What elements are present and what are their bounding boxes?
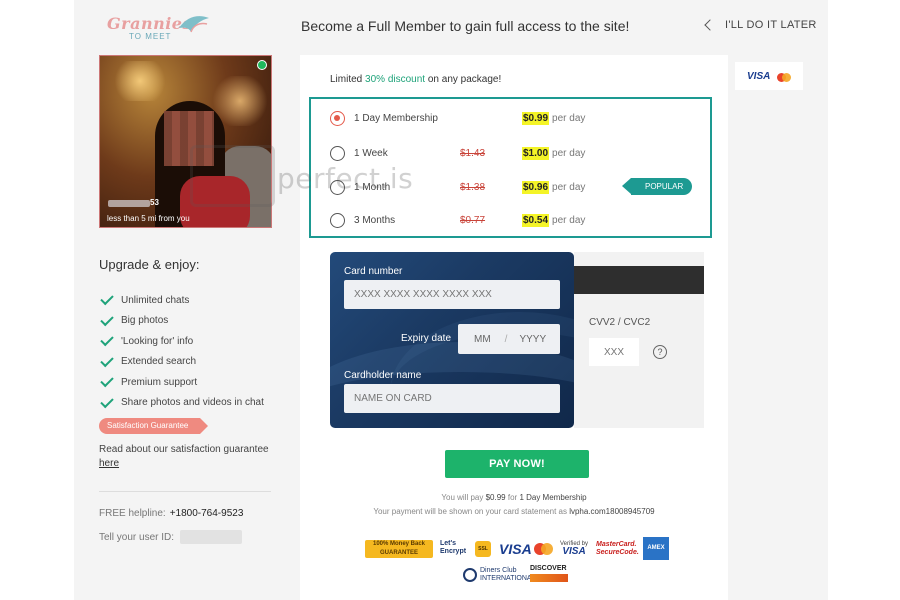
package-price: $0.96 [522, 180, 550, 194]
bird-icon [179, 16, 209, 33]
payment-summary: You will pay $0.99 for 1 Day Membership [441, 493, 587, 502]
helpline: FREE helpline: +1800-764-9523 [99, 508, 244, 519]
mastercard-securecode-badge: MasterCard. SecureCode. [596, 541, 639, 556]
check-icon [100, 353, 114, 367]
upgrade-title: Upgrade & enjoy: [99, 257, 200, 272]
feature-item: Unlimited chats [99, 290, 264, 311]
package-option-3-months[interactable]: 3 Months $0.77 $0.54 per day [330, 210, 700, 230]
card-number-label: Card number [344, 266, 403, 277]
feature-item: Extended search [99, 352, 264, 373]
old-price: $1.38 [460, 181, 486, 193]
blurred-username [108, 200, 150, 207]
verified-by-visa-badge: Verified by VISA [560, 541, 589, 557]
cvv-input[interactable] [589, 338, 639, 366]
feature-item: Big photos [99, 311, 264, 332]
divider [99, 491, 271, 492]
package-price: $0.54 [522, 213, 550, 227]
online-status-icon [257, 60, 267, 70]
expiry-year-input[interactable]: YYYY [519, 334, 546, 345]
promo-text: Limited 30% discount on any package! [330, 74, 502, 85]
feature-item: Premium support [99, 372, 264, 393]
cardholder-input[interactable] [344, 384, 560, 413]
diners-club-icon [463, 568, 477, 582]
feature-list: Unlimited chats Big photos 'Looking for'… [99, 290, 264, 413]
package-price: $0.99 [522, 111, 550, 125]
help-icon[interactable]: ? [653, 345, 667, 359]
logo-subtext: TO MEET [129, 32, 172, 41]
package-price: $1.00 [522, 146, 550, 160]
visa-badge: VISA [499, 541, 532, 557]
promo-discount: 30% discount [365, 74, 426, 85]
guarantee-text: Read about our satisfaction guarantee [99, 444, 269, 455]
check-icon [100, 312, 114, 326]
watermark-icon [190, 145, 275, 207]
user-id: Tell your user ID: [99, 530, 243, 544]
feature-item: 'Looking for' info [99, 331, 264, 352]
helpline-number[interactable]: +1800-764-9523 [170, 508, 244, 519]
package-option-1-week[interactable]: 1 Week $1.43 $1.00 per day [330, 143, 700, 163]
radio-unselected[interactable] [330, 212, 345, 228]
pay-now-button[interactable]: PAY NOW! [445, 450, 589, 478]
check-icon [100, 394, 114, 408]
radio-selected[interactable] [330, 110, 345, 126]
statement-descriptor: Your payment will be shown on your card … [373, 507, 655, 516]
page-headline: Become a Full Member to gain full access… [301, 18, 630, 34]
discover-badge: DISCOVER [530, 565, 568, 582]
magnetic-stripe [574, 266, 704, 294]
site-logo[interactable]: Grannies TO MEET [107, 12, 217, 42]
expiry-label: Expiry date [401, 333, 452, 344]
chevron-left-icon [704, 19, 716, 31]
card-brands-tab[interactable]: VISA [735, 62, 803, 90]
old-price: $0.77 [460, 214, 486, 226]
do-it-later-label: I'LL DO IT LATER [725, 19, 817, 31]
cvv-label: CVV2 / CVC2 [589, 317, 651, 328]
old-price: $1.43 [460, 147, 486, 159]
diners-club-badge: Diners Club INTERNATIONAL [463, 567, 536, 583]
popular-badge: POPULAR [621, 178, 693, 195]
ssl-lock-icon: SSL [475, 541, 491, 557]
blurred-user-id [180, 530, 243, 544]
expiry-field[interactable]: MM / YYYY [458, 324, 560, 354]
check-icon [100, 333, 114, 347]
card-number-input[interactable] [344, 280, 560, 309]
guarantee-link[interactable]: here [99, 457, 119, 471]
radio-unselected[interactable] [330, 145, 345, 161]
watermark: perfect.is [277, 162, 414, 195]
expiry-month-input[interactable]: MM [474, 334, 491, 345]
check-icon [100, 374, 114, 388]
package-option-1-day[interactable]: 1 Day Membership $0.99 per day [330, 108, 700, 128]
visa-logo: VISA [747, 71, 771, 82]
amex-badge: AMEX [643, 537, 669, 560]
satisfaction-guarantee-tag: Satisfaction Guarantee [99, 418, 209, 434]
profile-age: 53 [150, 198, 159, 207]
expiry-separator: / [504, 333, 508, 345]
lets-encrypt-badge: Let's Encrypt [440, 540, 467, 555]
feature-item: Share photos and videos in chat [99, 393, 264, 414]
do-it-later-link[interactable]: I'LL DO IT LATER [704, 19, 817, 31]
profile-distance: less than 5 mi from you [107, 214, 190, 223]
check-icon [100, 292, 114, 306]
cardholder-label: Cardholder name [344, 370, 422, 381]
money-back-guarantee-badge: 100% Money Back GUARANTEE [365, 540, 433, 558]
